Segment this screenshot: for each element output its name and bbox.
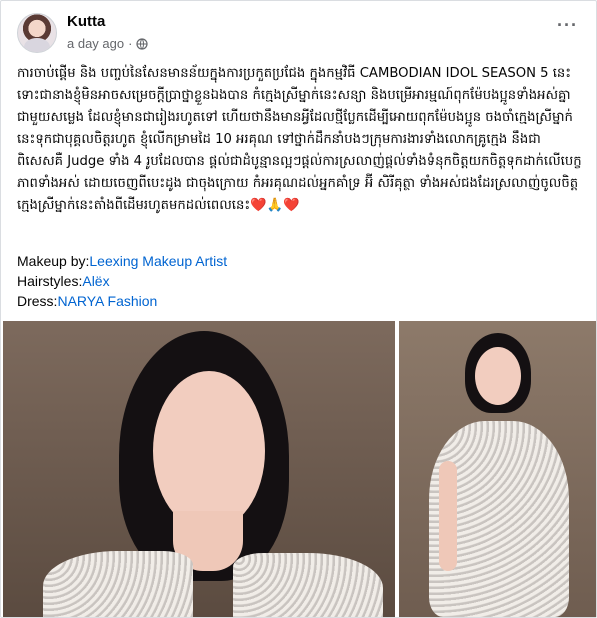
post-caption: ការចាប់ផ្តើម និង បញ្ចប់នៃសែនមានន័យក្នុងក… bbox=[17, 66, 583, 213]
dress-credit: Dress:NARYA Fashion bbox=[17, 291, 577, 311]
author-name[interactable]: Kutta bbox=[67, 13, 105, 30]
avatar-figure bbox=[24, 38, 50, 52]
dress-link[interactable]: NARYA Fashion bbox=[57, 293, 157, 309]
photo-dress-left bbox=[43, 551, 193, 617]
photo-face bbox=[153, 371, 265, 531]
makeup-link[interactable]: Leexing Makeup Artist bbox=[89, 253, 227, 269]
hair-link[interactable]: Alëx bbox=[82, 273, 109, 289]
photo-arm bbox=[439, 461, 457, 571]
post-meta: a day ago · bbox=[67, 36, 149, 51]
photo-portrait[interactable] bbox=[3, 321, 395, 617]
globe-icon bbox=[136, 37, 149, 50]
more-options-button[interactable]: ··· bbox=[557, 15, 578, 36]
makeup-label: Makeup by: bbox=[17, 253, 90, 269]
post-header: Kutta a day ago · ··· bbox=[17, 9, 586, 53]
makeup-credit: Makeup by:Leexing Makeup Artist bbox=[17, 251, 577, 271]
photo-full-body[interactable] bbox=[399, 321, 596, 617]
hair-label: Hairstyles: bbox=[17, 273, 83, 289]
meta-separator: · bbox=[128, 36, 133, 51]
photo-grid bbox=[3, 321, 596, 617]
hair-credit: Hairstyles:Alëx bbox=[17, 271, 577, 291]
avatar[interactable] bbox=[17, 13, 57, 53]
photo-dress-right bbox=[233, 553, 383, 617]
post-card: Kutta a day ago · ··· ការចាប់ផ្តើម និង ប… bbox=[0, 0, 597, 618]
photo-face bbox=[475, 347, 521, 405]
dress-label: Dress: bbox=[17, 293, 58, 309]
post-credits: Makeup by:Leexing Makeup Artist Hairstyl… bbox=[17, 251, 577, 311]
post-time[interactable]: a day ago bbox=[67, 36, 124, 51]
